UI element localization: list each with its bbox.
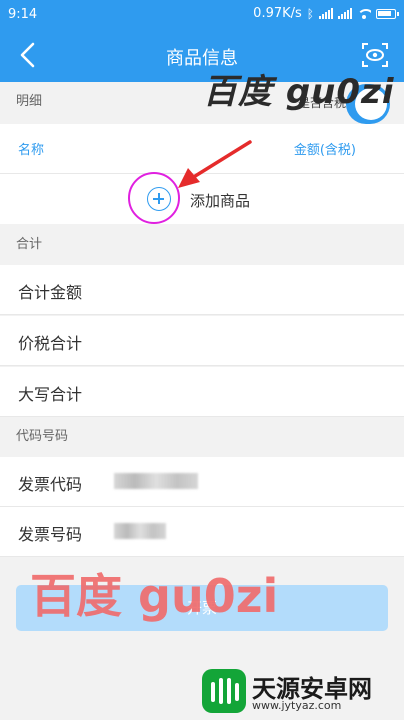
battery-icon: [376, 8, 399, 19]
network-speed: 0.97K/s: [253, 6, 302, 21]
invoice-number-label: 发票号码: [18, 525, 83, 544]
uppercase-total-label: 大写合计: [18, 385, 83, 404]
invoice-number-value-redacted: [114, 523, 166, 539]
tax-total-row: 价税合计: [0, 316, 404, 366]
codes-section-label: 代码号码: [0, 417, 404, 457]
status-bar: 9:14 0.97K/s ᛒ: [0, 0, 404, 28]
watermark-bottom: 百度 gu0zi: [30, 569, 279, 623]
total-amount-label: 合计金额: [18, 283, 83, 302]
bluetooth-icon: ᛒ: [306, 6, 314, 21]
column-amount: 金额(含税): [293, 143, 356, 158]
invoice-code-value-redacted: [114, 473, 198, 489]
invoice-number-row[interactable]: 发票号码: [0, 507, 404, 557]
invoice-code-row[interactable]: 发票代码: [0, 457, 404, 507]
status-time: 9:14: [8, 7, 38, 22]
invoice-code-label: 发票代码: [18, 475, 83, 494]
add-plus-icon[interactable]: [147, 187, 171, 211]
tax-total-label: 价税合计: [18, 334, 83, 353]
watermark-top: 百度 gu0zi: [203, 72, 395, 112]
logo-url: www.jytyaz.com: [252, 699, 342, 712]
site-logo: 天源安卓网 www.jytyaz.com: [200, 665, 404, 720]
column-name: 名称: [18, 143, 45, 158]
android-logo-icon: [202, 669, 246, 713]
pointer-arrow-icon: [178, 140, 252, 188]
total-amount-row: 合计金额: [0, 265, 404, 315]
wifi-icon: [357, 8, 371, 19]
signal-icon-2: [338, 8, 352, 19]
totals-section-label: 合计: [0, 225, 404, 265]
signal-icon: [319, 8, 333, 19]
status-right: 0.97K/s ᛒ: [253, 6, 399, 21]
uppercase-total-row: 大写合计: [0, 367, 404, 417]
